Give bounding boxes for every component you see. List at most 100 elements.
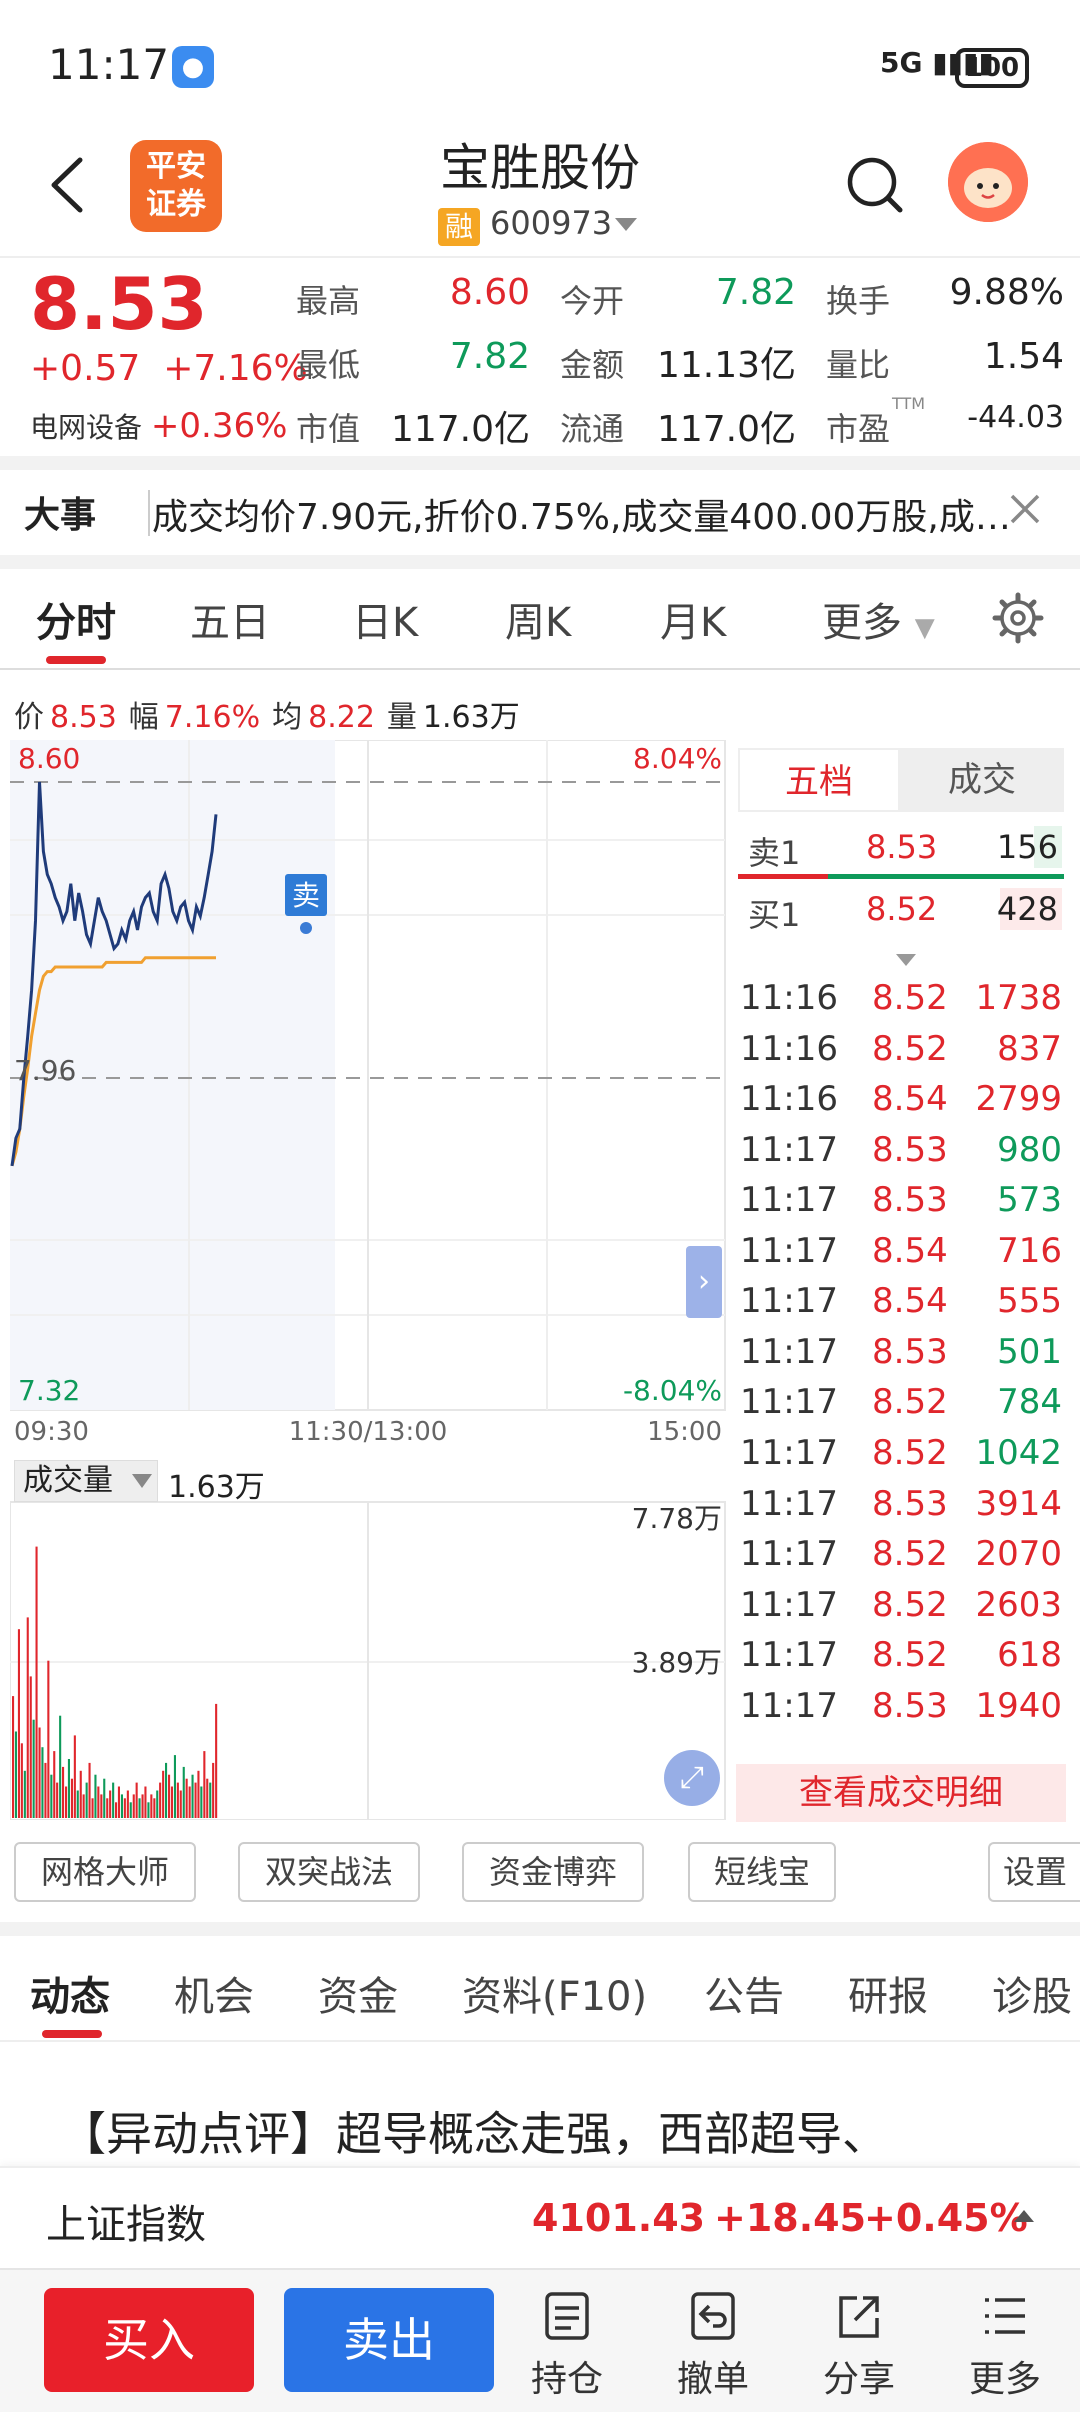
stock-code[interactable]: 600973 xyxy=(490,204,612,242)
trade-price: 8.53 xyxy=(872,1180,948,1221)
news-ticker[interactable]: 成交均价7.90元,折价0.75%,成交量400.00万股,成交额3160.00… xyxy=(152,488,1012,540)
trade-time: 11:17 xyxy=(740,1685,838,1726)
sell-button[interactable]: 卖出 xyxy=(284,2288,494,2392)
volume-bar xyxy=(147,1802,150,1818)
cancel-order-button[interactable]: 撤单 xyxy=(658,2290,768,2402)
trade-price: 8.52 xyxy=(872,1534,948,1575)
x-mid-label: 11:30/13:00 xyxy=(289,1417,448,1447)
trade-time: 11:17 xyxy=(740,1432,838,1473)
trade-qty: 3914 xyxy=(975,1483,1062,1524)
gear-icon[interactable] xyxy=(990,590,1046,646)
trade-qty: 501 xyxy=(997,1331,1062,1372)
tab-intraday[interactable]: 分时 xyxy=(36,590,116,648)
tool-settings[interactable]: 设置 xyxy=(988,1842,1080,1902)
volume-bar xyxy=(132,1794,135,1818)
volume-bar xyxy=(35,1546,38,1818)
volume-bar xyxy=(185,1778,188,1818)
tab-five-day[interactable]: 五日 xyxy=(190,590,270,648)
chevron-right-icon[interactable]: › xyxy=(686,1246,722,1318)
trade-qty: 555 xyxy=(997,1281,1062,1322)
volume-bar xyxy=(123,1798,126,1818)
quote-value: -44.03 xyxy=(967,400,1064,435)
tab-diagnosis[interactable]: 诊股 xyxy=(992,1964,1072,2022)
volume-bar xyxy=(165,1762,168,1818)
status-bar: 11:17 ● 5G ▮▮▮▮ 100 xyxy=(0,0,1080,130)
more-menu-button[interactable]: 更多 xyxy=(950,2290,1060,2402)
volume-bar xyxy=(59,1715,62,1818)
chevron-down-icon[interactable] xyxy=(615,218,637,231)
trade-time: 11:17 xyxy=(740,1230,838,1271)
trade-row: 11:17 8.53 573 xyxy=(738,1180,1064,1232)
tab-funds[interactable]: 资金 xyxy=(318,1964,398,2022)
trade-qty: 2799 xyxy=(975,1079,1062,1120)
quote-value: 7.82 xyxy=(715,272,796,313)
trade-price: 8.52 xyxy=(872,1635,948,1676)
trade-qty: 2603 xyxy=(975,1584,1062,1625)
y-top-label: 8.60 xyxy=(18,742,80,775)
battery-icon: 100 xyxy=(955,48,1029,88)
chevron-down-icon[interactable] xyxy=(896,954,916,966)
trade-time: 11:17 xyxy=(740,1483,838,1524)
trade-row: 11:16 8.52 1738 xyxy=(738,978,1064,1030)
trade-qty: 1940 xyxy=(975,1685,1062,1726)
tab-trades[interactable]: 成交 xyxy=(900,748,1064,812)
current-price: 8.53 xyxy=(30,262,208,346)
tab-five-levels[interactable]: 五档 xyxy=(738,748,900,812)
divider xyxy=(148,490,150,536)
tab-f10[interactable]: 资料(F10) xyxy=(462,1964,647,2022)
volume-bar xyxy=(103,1778,106,1818)
volume-bar xyxy=(179,1790,182,1818)
close-icon[interactable] xyxy=(1000,484,1050,534)
chevron-up-icon[interactable] xyxy=(1014,2210,1034,2222)
volume-bar xyxy=(56,1782,59,1818)
news-headline[interactable]: 【异动点评】超导概念走强，西部超导、 xyxy=(60,2098,888,2164)
stock-name: 宝胜股份 xyxy=(440,139,640,197)
volume-bar xyxy=(209,1782,212,1818)
divider xyxy=(0,456,1080,470)
trade-price: 8.54 xyxy=(872,1281,948,1322)
intraday-chart[interactable]: 卖 8.60 8.04% 7.96 7.32 -8.04% 09:30 11:3… xyxy=(10,740,730,1820)
trade-row: 11:17 8.53 3914 xyxy=(738,1484,1064,1536)
trade-price: 8.53 xyxy=(872,1685,948,1726)
buy-button[interactable]: 买入 xyxy=(44,2288,254,2392)
view-trade-details-button[interactable]: 查看成交明细 xyxy=(736,1764,1066,1822)
tool-fund-game[interactable]: 资金博弈 xyxy=(462,1842,644,1902)
volume-bar xyxy=(17,1629,20,1818)
buy1-row: 买1 8.52 428 xyxy=(738,882,1064,938)
volume-bar xyxy=(203,1751,206,1818)
index-value: 4101.43 xyxy=(532,2196,706,2240)
index-change-pct: +0.45% xyxy=(864,2196,1028,2240)
volume-bar xyxy=(47,1660,50,1818)
volume-bar xyxy=(170,1786,173,1818)
tab-opportunity[interactable]: 机会 xyxy=(174,1964,254,2022)
tab-monthly-k[interactable]: 月K xyxy=(660,590,726,648)
tab-announcements[interactable]: 公告 xyxy=(704,1964,784,2022)
trade-qty: 618 xyxy=(997,1635,1062,1676)
volume-bar xyxy=(191,1774,194,1818)
sector-change[interactable]: 电网设备 +0.36% xyxy=(30,406,287,446)
trade-time: 11:16 xyxy=(740,978,838,1018)
tab-weekly-k[interactable]: 周K xyxy=(505,590,571,648)
volume-bar xyxy=(194,1782,197,1818)
assistant-avatar[interactable] xyxy=(948,142,1028,222)
sell1-row: 卖1 8.53 156 xyxy=(738,820,1064,876)
quote-value: 117.0亿 xyxy=(390,409,530,450)
tool-double-breakout[interactable]: 双突战法 xyxy=(238,1842,420,1902)
message-icon: ● xyxy=(172,46,214,88)
volume-bar xyxy=(200,1786,203,1818)
share-button[interactable]: 分享 xyxy=(804,2290,914,2402)
tab-more[interactable]: 更多 ▼ xyxy=(822,590,935,648)
holdings-button[interactable]: 持仓 xyxy=(512,2290,622,2402)
trade-row: 11:17 8.54 716 xyxy=(738,1231,1064,1283)
tool-grid-master[interactable]: 网格大师 xyxy=(14,1842,196,1902)
volume-bar xyxy=(91,1798,94,1818)
chevron-down-icon[interactable] xyxy=(132,1474,152,1488)
tab-research[interactable]: 研报 xyxy=(848,1964,928,2022)
tab-news[interactable]: 动态 xyxy=(30,1964,110,2022)
search-icon[interactable] xyxy=(840,150,910,220)
trade-time: 11:17 xyxy=(740,1331,838,1372)
tab-daily-k[interactable]: 日K xyxy=(352,590,418,648)
fullscreen-icon[interactable]: ⤢ xyxy=(664,1750,720,1806)
volume-bar xyxy=(188,1786,191,1818)
tool-short-line[interactable]: 短线宝 xyxy=(688,1842,836,1902)
